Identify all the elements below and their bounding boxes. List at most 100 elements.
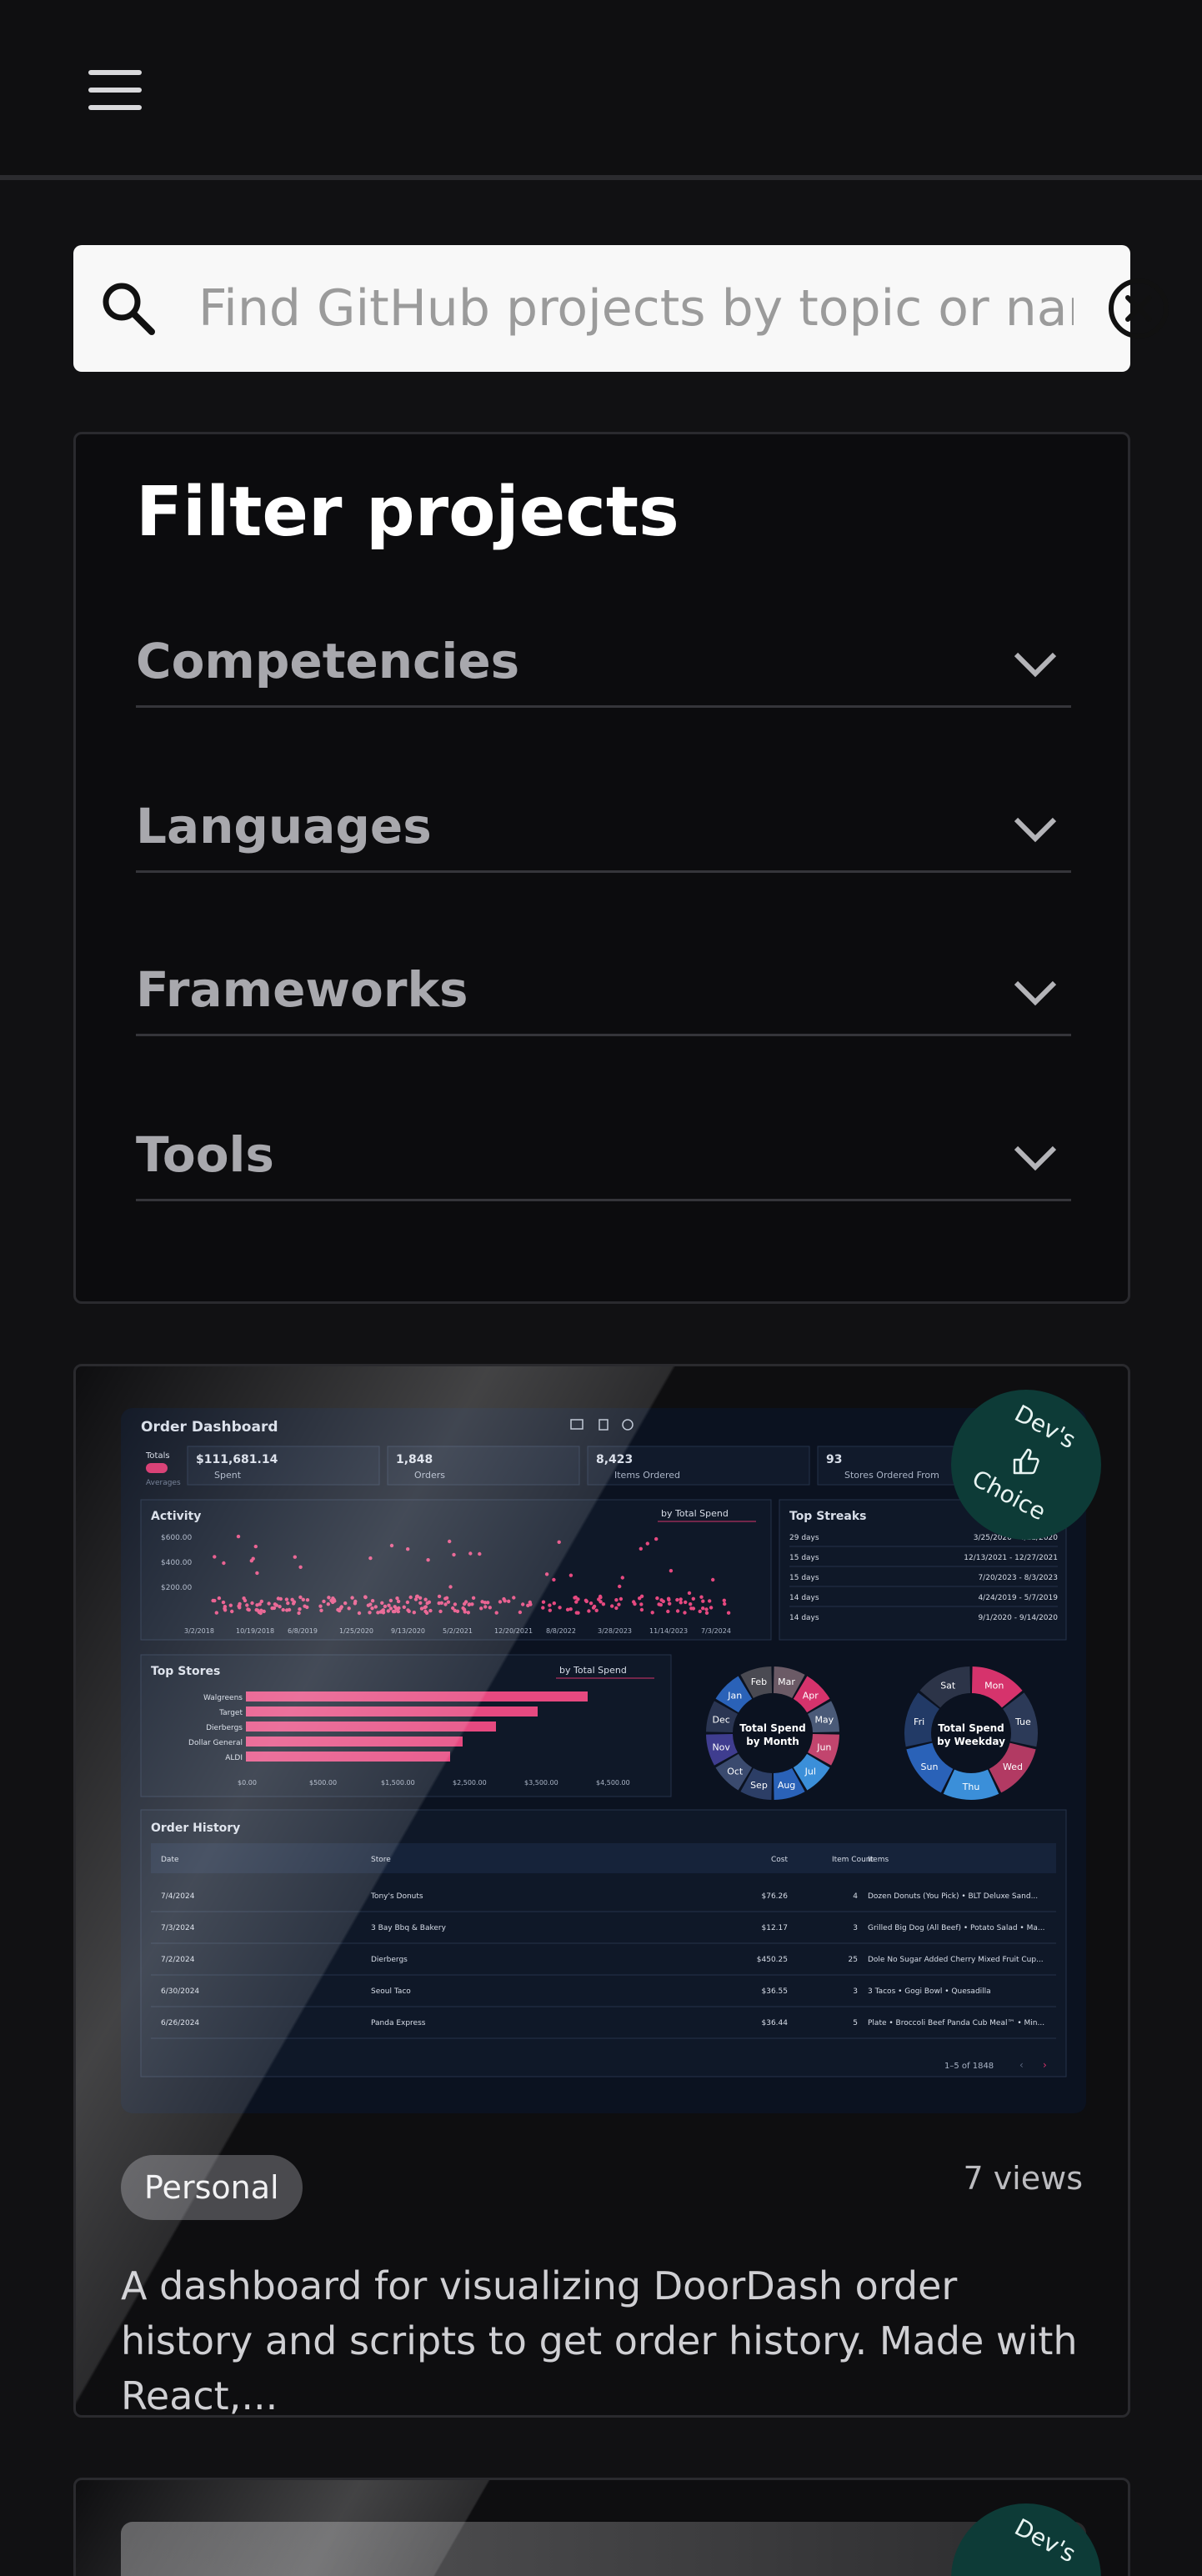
activity-point — [548, 1603, 552, 1607]
history-column-header: Store — [371, 1856, 391, 1864]
activity-point — [298, 1565, 303, 1569]
activity-x-tick: 3/28/2023 — [598, 1627, 632, 1635]
svg-text:8,423: 8,423 — [596, 1453, 633, 1466]
activity-point — [610, 1604, 614, 1608]
activity-point — [368, 1611, 372, 1615]
filter-section-competencies[interactable]: Competencies — [136, 624, 1071, 708]
activity-point — [380, 1601, 384, 1605]
activity-point — [687, 1591, 692, 1596]
view-count: 7 views — [963, 2160, 1083, 2197]
history-cell: 7/3/2024 — [161, 1924, 195, 1932]
search-input[interactable] — [198, 268, 1074, 348]
activity-point — [274, 1603, 278, 1607]
activity-point — [253, 1544, 258, 1549]
svg-text:$400.00: $400.00 — [161, 1559, 192, 1567]
svg-text:›: › — [1043, 2059, 1047, 2071]
history-cell: 3 — [853, 1924, 858, 1932]
history-column-header: Items — [868, 1856, 889, 1864]
activity-point — [293, 1555, 297, 1559]
activity-point — [620, 1576, 624, 1580]
activity-point — [290, 1597, 294, 1601]
streak-range: 4/24/2019 - 5/7/2019 — [978, 1594, 1058, 1602]
filter-section-tools[interactable]: Tools — [136, 1118, 1071, 1201]
streak-days: 29 days — [789, 1534, 819, 1542]
store-x-tick: $2,500.00 — [453, 1779, 487, 1787]
svg-text:Top Streaks: Top Streaks — [789, 1510, 866, 1523]
activity-point — [370, 1606, 374, 1611]
menu-icon[interactable] — [88, 70, 142, 110]
activity-point — [701, 1599, 705, 1603]
donut-label: May — [814, 1714, 834, 1725]
clear-search-icon[interactable] — [1105, 275, 1172, 342]
activity-point — [691, 1606, 696, 1611]
activity-point — [541, 1600, 546, 1604]
activity-point — [498, 1600, 503, 1604]
streak-days: 14 days — [789, 1594, 819, 1602]
activity-point — [393, 1605, 397, 1609]
activity-point — [619, 1596, 624, 1601]
project-card[interactable]: Order Dashboard Totals Averages $111,681… — [73, 1364, 1130, 2418]
activity-point — [393, 1609, 397, 1614]
history-cell: Tony's Donuts — [370, 1892, 423, 1901]
activity-point — [479, 1606, 483, 1611]
activity-point — [541, 1606, 545, 1610]
activity-point — [419, 1606, 424, 1611]
donut-label: Mar — [778, 1676, 795, 1687]
activity-point — [245, 1603, 249, 1607]
activity-point — [383, 1604, 388, 1609]
activity-point — [408, 1595, 413, 1600]
donut-label: Tue — [1014, 1716, 1031, 1727]
activity-point — [632, 1600, 636, 1604]
activity-point — [329, 1598, 333, 1603]
history-cell: 3 Tacos • Gogi Bowl • Quesadilla — [868, 1987, 991, 1996]
activity-point — [655, 1596, 659, 1601]
store-name: ALDI — [225, 1754, 243, 1762]
activity-point — [723, 1601, 727, 1606]
activity-point — [512, 1596, 516, 1600]
filter-section-languages[interactable]: Languages — [136, 789, 1071, 873]
kpi-row: $111,681.14 Spent 1,848 Orders 8,423 Ite… — [187, 1446, 960, 1486]
activity-point — [659, 1598, 664, 1602]
activity-point — [213, 1598, 217, 1603]
svg-text:$111,681.14: $111,681.14 — [196, 1453, 278, 1466]
activity-point — [455, 1609, 460, 1613]
history-cell: $36.55 — [762, 1987, 789, 1996]
history-column-header: Date — [161, 1856, 179, 1864]
activity-panel: Activity by Total Spend $600.00 $400.00 … — [140, 1499, 772, 1641]
donut-title: Total Spend — [938, 1722, 1004, 1734]
filter-section-frameworks[interactable]: Frameworks — [136, 953, 1071, 1036]
activity-point — [326, 1602, 330, 1606]
svg-text:by Total Spend: by Total Spend — [661, 1508, 729, 1519]
activity-point — [614, 1606, 619, 1611]
activity-point — [217, 1596, 222, 1601]
donut-label: Jun — [816, 1742, 831, 1753]
donut-label: Sep — [750, 1780, 768, 1791]
history-cell: $450.25 — [757, 1956, 788, 1964]
activity-point — [699, 1595, 704, 1599]
activity-point — [370, 1599, 375, 1603]
activity-x-tick: 8/8/2022 — [546, 1627, 576, 1635]
activity-point — [259, 1608, 263, 1612]
activity-point — [659, 1602, 663, 1607]
donut-label: Sat — [940, 1680, 956, 1691]
activity-point — [669, 1569, 674, 1573]
project-tag[interactable]: Personal — [121, 2155, 303, 2220]
svg-text:Order History: Order History — [151, 1822, 240, 1835]
project-card[interactable]: Dev's — [73, 2478, 1130, 2576]
activity-point — [574, 1600, 578, 1604]
activity-point — [618, 1584, 622, 1589]
activity-point — [679, 1597, 683, 1601]
activity-point — [366, 1603, 371, 1607]
dashboard-title: Order Dashboard — [141, 1419, 278, 1436]
activity-point — [368, 1556, 373, 1561]
devs-choice-badge: Dev's — [951, 2503, 1101, 2576]
activity-point — [363, 1595, 368, 1599]
activity-point — [568, 1573, 573, 1577]
activity-point — [298, 1607, 302, 1611]
project-thumbnail — [121, 2522, 1086, 2576]
activity-point — [639, 1607, 644, 1612]
filter-title: Filter projects — [136, 473, 679, 552]
donut-label: Aug — [778, 1780, 795, 1791]
activity-point — [437, 1594, 442, 1599]
activity-point — [250, 1601, 254, 1606]
